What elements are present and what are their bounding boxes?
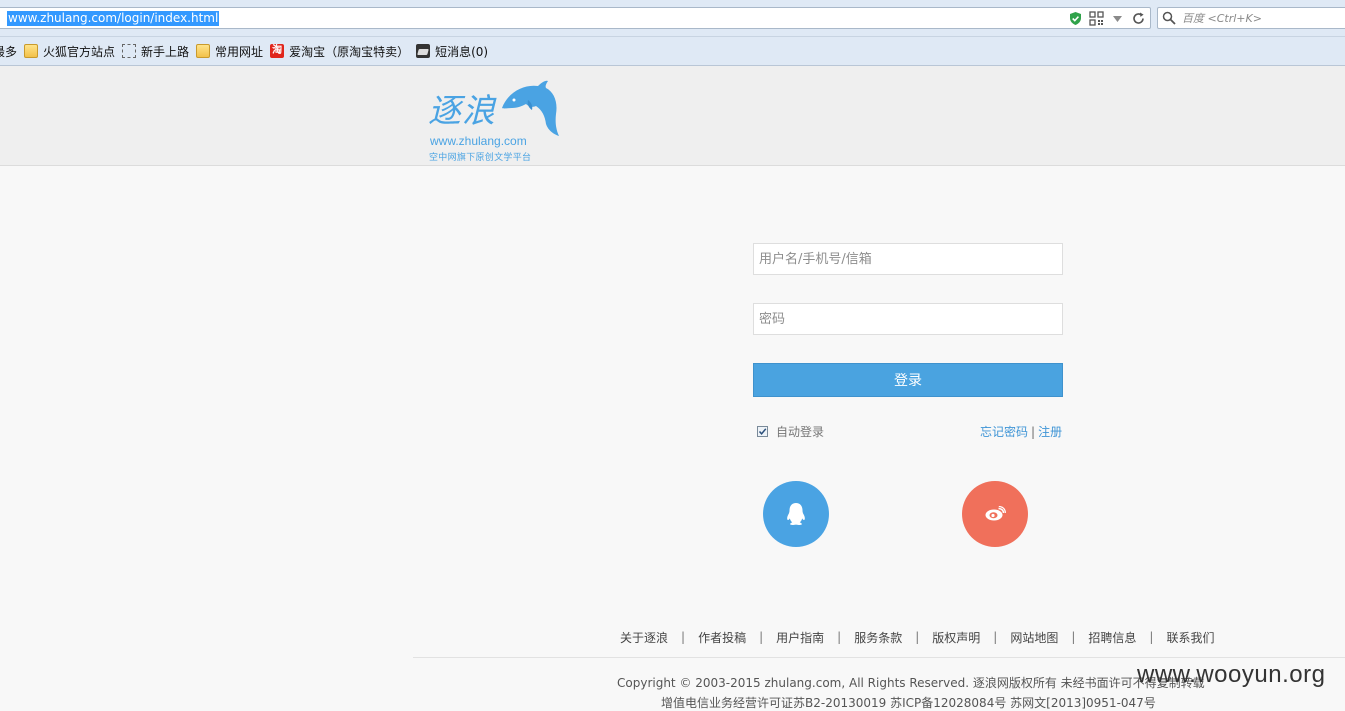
address-bar[interactable]: www.zhulang.com/login/index.html [0,7,1151,29]
footer-link-guide[interactable]: 用户指南 [776,629,824,646]
address-bar-icons [1068,10,1146,27]
logo-slogan: 空中网旗下原创文学平台 [429,153,532,163]
footer-separator: | [915,630,920,644]
dolphin-icon [502,80,559,136]
qq-login-button[interactable] [763,481,829,547]
bookmark-ai-taobao[interactable]: 淘 爱淘宝（原淘宝特卖） [270,41,409,61]
footer-separator: | [1149,630,1154,644]
qr-code-icon[interactable] [1089,11,1104,26]
search-icon[interactable] [1162,11,1176,28]
bookmark-label: 最多 [0,44,18,59]
bookmark-label: 火狐官方站点 [43,44,116,59]
bookmark-most-visited[interactable]: 最多 [0,41,17,61]
footer-link-sitemap[interactable]: 网站地图 [1010,629,1058,646]
bookmark-label: 短消息(0) [435,44,489,59]
site-header: 逐浪 www.zhulang.com 空中网旗下原创文学平台 [0,66,1345,166]
register-link[interactable]: 注册 [1038,425,1062,439]
bookmark-label: 常用网址 [215,44,264,59]
license-text: 增值电信业务经营许可证苏B2-20130019 苏ICP备12028084号 苏… [661,696,1156,710]
security-shield-icon[interactable] [1068,11,1083,26]
footer-separator: | [837,630,842,644]
history-dropdown-icon[interactable] [1110,11,1125,26]
bookmark-firefox-sites[interactable]: 火狐官方站点 [24,41,115,61]
footer-link-copyright[interactable]: 版权声明 [932,629,980,646]
bookmark-common-sites[interactable]: 常用网址 [196,41,263,61]
footer-separator: | [681,630,686,644]
account-links: 忘记密码 | 注册 [980,423,1062,439]
message-icon [416,44,431,58]
footer-nav: 关于逐浪 | 作者投稿 | 用户指南 | 服务条款 | 版权声明 | 网站地图 … [620,629,1214,645]
folder-icon [24,44,39,58]
qq-penguin-icon [787,503,805,526]
forgot-password-link[interactable]: 忘记密码 [980,425,1028,439]
weibo-login-button[interactable] [962,481,1028,547]
logo-text: 逐浪 [428,91,496,130]
bookmark-messages[interactable]: 短消息(0) [416,41,488,61]
search-bar[interactable] [1157,7,1345,29]
weibo-eye-icon [985,506,1006,521]
link-separator: | [1031,425,1036,439]
taobao-icon: 淘 [270,44,285,58]
logo-url: www.zhulang.com [430,134,527,148]
reload-icon[interactable] [1131,11,1146,26]
login-button[interactable]: 登录 [753,363,1063,397]
auto-login-label: 自动登录 [776,424,825,439]
browser-toolbar: www.zhulang.com/login/index.html [0,0,1345,37]
password-input[interactable] [753,303,1063,335]
auto-login-option[interactable]: 自动登录 [757,423,824,439]
footer-link-terms[interactable]: 服务条款 [854,629,902,646]
footer-link-about[interactable]: 关于逐浪 [620,629,668,646]
footer-link-jobs[interactable]: 招聘信息 [1088,629,1136,646]
watermark-text: www.wooyun.org [1137,661,1326,688]
footer-link-contact[interactable]: 联系我们 [1166,629,1214,646]
folder-icon [196,44,211,58]
search-input[interactable] [1182,9,1342,27]
url-text[interactable]: www.zhulang.com/login/index.html [7,11,220,26]
footer-link-submit[interactable]: 作者投稿 [698,629,746,646]
username-input[interactable] [753,243,1063,275]
footer-separator: | [759,630,764,644]
footer-separator: | [1071,630,1076,644]
dashed-box-icon [122,44,137,58]
footer-separator: | [993,630,998,644]
auto-login-checkbox[interactable] [757,425,768,437]
bookmark-getting-started[interactable]: 新手上路 [122,41,189,61]
site-logo[interactable]: 逐浪 www.zhulang.com 空中网旗下原创文学平台 [426,78,566,163]
bookmark-label: 新手上路 [141,44,190,59]
copyright-text: Copyright © 2003-2015 zhulang.com, All R… [617,676,1205,690]
bookmarks-toolbar: 最多 火狐官方站点 新手上路 常用网址 淘 爱淘宝（原淘宝特卖） 短消息(0) [0,37,1345,66]
footer-divider [413,657,1345,658]
bookmark-label: 爱淘宝（原淘宝特卖） [289,44,410,59]
